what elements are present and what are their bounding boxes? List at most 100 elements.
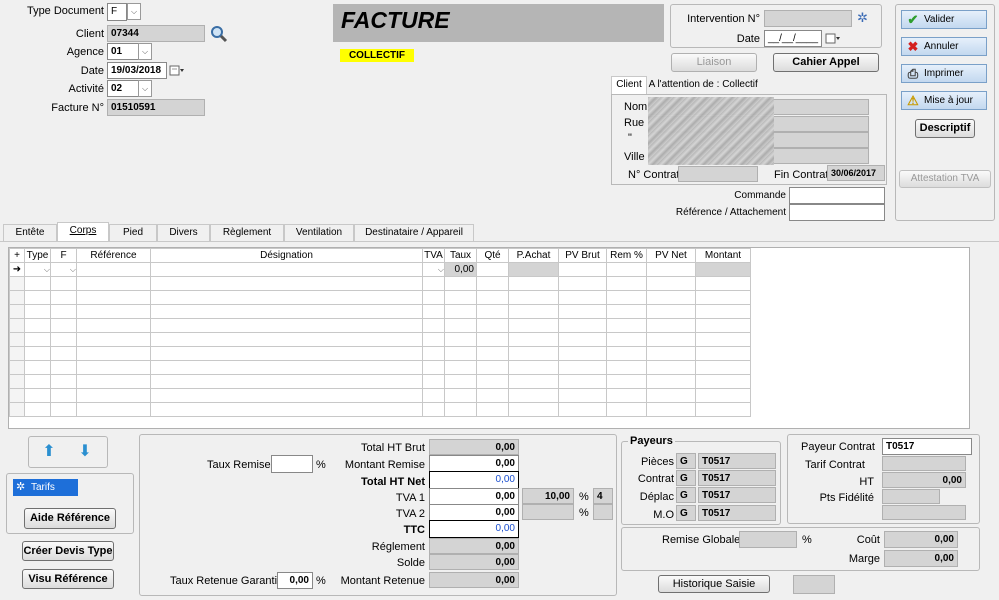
contrat-field [678, 166, 758, 182]
table-row[interactable] [9, 332, 751, 347]
table-row[interactable] [9, 346, 751, 361]
payeur-deplac-g: G [676, 487, 696, 503]
agence-dropdown-icon[interactable]: ⌵ [138, 43, 152, 60]
table-row[interactable]: ➜ ⌵ ⌵ ⌵ 0,00 [9, 262, 751, 277]
tab-entete[interactable]: Entête [3, 224, 57, 241]
table-row[interactable] [9, 290, 751, 305]
ttc-label: TTC [403, 524, 425, 536]
commande-field[interactable] [789, 187, 885, 204]
move-down-icon[interactable]: ⬇ [77, 443, 93, 461]
historique-saisie-button[interactable]: Historique Saisie [658, 575, 770, 593]
annuler-button[interactable]: ✖ Annuler [901, 37, 987, 56]
total-ht-brut-label: Total HT Brut [361, 442, 425, 454]
creer-devis-type-button[interactable]: Créer Devis Type [22, 541, 114, 561]
client-field[interactable]: 07344 [107, 25, 205, 42]
col-montant[interactable]: Montant [695, 248, 751, 263]
col-designation[interactable]: Désignation [150, 248, 423, 263]
montant-remise-field[interactable]: 0,00 [429, 455, 519, 472]
payeur-contrat-code: T0517 [698, 470, 776, 486]
search-icon[interactable] [210, 25, 228, 43]
descriptif-button[interactable]: Descriptif [915, 119, 975, 138]
col-pvbrut[interactable]: PV Brut [558, 248, 607, 263]
table-row[interactable] [9, 318, 751, 333]
tva2-field[interactable]: 0,00 [429, 504, 519, 521]
intervention-field[interactable] [764, 10, 852, 27]
tab-reglement[interactable]: Règlement [210, 224, 284, 241]
date-field[interactable]: 19/03/2018 [107, 62, 167, 79]
f-cell[interactable]: ⌵ [50, 262, 77, 277]
tab-divers[interactable]: Divers [157, 224, 210, 241]
move-rows-panel [28, 436, 108, 468]
tab-corps[interactable]: Corps [57, 222, 109, 241]
taux-retenue-field[interactable]: 0,00 [277, 572, 313, 589]
taux-retenue-label: Taux Retenue Garantie [170, 575, 284, 587]
col-qte[interactable]: Qté [476, 248, 509, 263]
col-rem[interactable]: Rem % [606, 248, 647, 263]
col-type[interactable]: Type [24, 248, 51, 263]
tab-pied[interactable]: Pied [109, 224, 157, 241]
liaison-button[interactable]: Liaison [671, 53, 757, 72]
client-tab-client[interactable]: Client [611, 76, 647, 94]
imprimer-button[interactable]: ⎙ Imprimer [901, 64, 987, 83]
intervention-calendar-icon[interactable] [825, 32, 841, 45]
type-document-dropdown-icon[interactable]: ⌵ [127, 3, 141, 20]
table-row[interactable] [9, 374, 751, 389]
col-tva[interactable]: TVA [422, 248, 445, 263]
collectif-badge: COLLECTIF [340, 49, 414, 62]
table-row[interactable] [9, 304, 751, 319]
type-document-select[interactable]: F [107, 3, 127, 21]
table-row[interactable] [9, 388, 751, 403]
intervention-date-field[interactable]: __/__/____ [764, 30, 822, 47]
row-add-icon[interactable]: + [9, 248, 25, 263]
col-pachat[interactable]: P.Achat [508, 248, 559, 263]
table-row[interactable] [9, 402, 751, 417]
cahier-appel-button[interactable]: Cahier Appel [773, 53, 879, 72]
aide-reference-button[interactable]: Aide Référence [24, 508, 116, 529]
payeur-pieces-code: T0517 [698, 453, 776, 469]
client-tab-attention[interactable]: A l'attention de : [648, 78, 720, 94]
agence-select[interactable]: 01 [107, 43, 139, 60]
valider-button[interactable]: ✔ Valider [901, 10, 987, 29]
tab-destinataire[interactable]: Destinataire / Appareil [354, 224, 474, 241]
payeur-contrat-field[interactable]: T0517 [882, 438, 972, 455]
activite-select[interactable]: 02 [107, 80, 139, 97]
col-reference[interactable]: Référence [76, 248, 151, 263]
move-up-icon[interactable]: ⬆ [41, 443, 57, 461]
valider-label: Valider [924, 14, 955, 25]
payeur-deplac-code: T0517 [698, 487, 776, 503]
cout-label: Coût [856, 534, 880, 546]
lines-grid[interactable]: + Type F Référence Désignation TVA Taux … [9, 248, 751, 417]
tab-ventilation[interactable]: Ventilation [284, 224, 354, 241]
visu-reference-button[interactable]: Visu Référence [22, 569, 114, 589]
activite-dropdown-icon[interactable]: ⌵ [138, 80, 152, 97]
taux-remise-field[interactable] [271, 455, 313, 473]
tva1-field[interactable]: 0,00 [429, 488, 519, 505]
type-cell[interactable]: ⌵ [24, 262, 51, 277]
client-tab-collectif[interactable]: Collectif [721, 78, 759, 94]
payeur-pieces-label: Pièces [640, 456, 674, 468]
tva2-label: TVA 2 [395, 508, 425, 520]
tarifs-item[interactable]: ✲ Tarifs [13, 479, 78, 496]
mise-a-jour-button[interactable]: ⚠ Mise à jour [901, 91, 987, 110]
table-row[interactable] [9, 276, 751, 291]
col-f[interactable]: F [50, 248, 77, 263]
total-ht-brut-field: 0,00 [429, 439, 519, 455]
gear-icon[interactable]: ✲ [857, 11, 871, 25]
remise-globale-field [739, 531, 797, 548]
calendar-icon[interactable] [169, 64, 185, 77]
payeurs-title: Payeurs [628, 435, 675, 447]
col-taux[interactable]: Taux [444, 248, 477, 263]
table-row[interactable] [9, 360, 751, 375]
taux-remise-label: Taux Remise [207, 459, 271, 471]
payeur-contrat-label: Contrat [637, 473, 674, 485]
type-document-label: Type Document [26, 5, 104, 17]
tva-cell[interactable]: ⌵ [422, 262, 445, 277]
solde-label: Solde [396, 557, 425, 569]
attestation-tva-button[interactable]: Attestation TVA [899, 170, 991, 188]
reference-attachement-field[interactable] [789, 204, 885, 221]
montant-retenue-label: Montant Retenue [340, 575, 425, 587]
col-pvnet[interactable]: PV Net [646, 248, 696, 263]
montant-remise-label: Montant Remise [344, 459, 425, 471]
marge-field: 0,00 [884, 550, 958, 567]
intervention-date-label: Date [736, 33, 760, 45]
